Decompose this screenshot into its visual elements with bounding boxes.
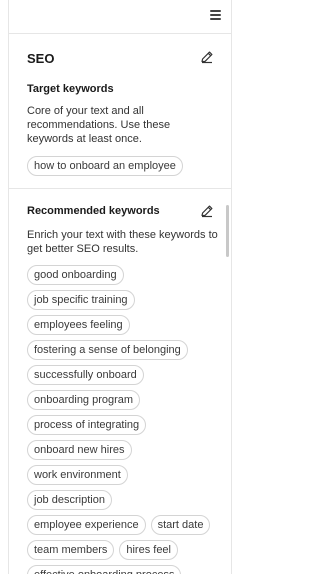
keyword-chip[interactable]: start date	[150, 515, 211, 535]
recommended-keywords-title: Recommended keywords	[27, 205, 160, 217]
target-keywords-description: Core of your text and all recommendation…	[27, 105, 171, 145]
keyword-chip[interactable]: fostering a sense of belonging	[27, 340, 188, 360]
keyword-chip[interactable]: employee experience	[27, 515, 146, 535]
keyword-chip[interactable]: onboard new hires	[27, 440, 132, 460]
seo-panel: SEO Target keywords Core of your text an…	[8, 0, 232, 574]
target-keywords-title: Target keywords	[27, 83, 114, 95]
keyword-chip[interactable]: good onboarding	[27, 265, 124, 285]
recommended-keyword-list: good onboarding job specific training empl…	[27, 265, 223, 574]
keyword-chip[interactable]: process of integrating	[27, 415, 147, 435]
keyword-chip[interactable]: effective onboarding process	[27, 565, 182, 574]
seo-section-title: SEO	[27, 51, 55, 66]
keyword-chip[interactable]: how to onboard an employee	[27, 156, 183, 176]
keyword-chip[interactable]: work environment	[27, 465, 128, 485]
hamburger-menu-icon[interactable]	[210, 10, 221, 21]
keyword-chip[interactable]: job description	[27, 490, 112, 510]
keyword-chip[interactable]: hires feel	[119, 540, 178, 560]
pencil-icon[interactable]	[200, 50, 214, 64]
target-keyword-list: how to onboard an employee	[27, 156, 217, 176]
scrollbar-thumb[interactable]	[226, 205, 229, 257]
panel-topbar	[9, 0, 231, 34]
keyword-chip[interactable]: job specific training	[27, 290, 135, 310]
section-divider	[9, 188, 231, 189]
keyword-chip[interactable]: onboarding program	[27, 390, 141, 410]
keyword-chip[interactable]: team members	[27, 540, 115, 560]
keyword-chip[interactable]: successfully onboard	[27, 365, 144, 385]
recommended-keywords-description: Enrich your text with these keywords to …	[27, 229, 218, 255]
keyword-chip[interactable]: employees feeling	[27, 315, 130, 335]
pencil-icon[interactable]	[200, 204, 214, 218]
